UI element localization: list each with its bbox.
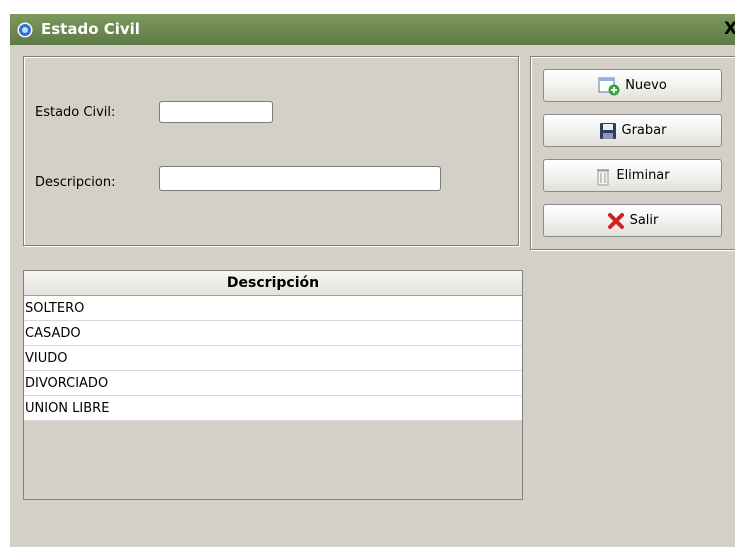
close-button[interactable]: X: [724, 19, 735, 39]
window-title: Estado Civil: [41, 20, 140, 38]
table-row[interactable]: VIUDO: [24, 346, 522, 371]
table-row[interactable]: SOLTERO: [24, 296, 522, 321]
descripcion-table: Descripción SOLTERO CASADO VIUDO DIVORCI…: [23, 270, 523, 500]
grabar-button[interactable]: Grabar: [543, 114, 722, 147]
floppy-disk-icon: [599, 122, 617, 140]
table-row[interactable]: CASADO: [24, 321, 522, 346]
red-x-icon: [607, 212, 625, 230]
descripcion-label: Descripcion:: [35, 175, 116, 190]
nuevo-label: Nuevo: [625, 78, 667, 93]
title-bar[interactable]: Estado Civil X: [10, 14, 735, 45]
form-panel: Estado Civil: Descripcion:: [23, 56, 519, 246]
eliminar-label: Eliminar: [616, 168, 670, 183]
table-row[interactable]: DIVORCIADO: [24, 371, 522, 396]
descripcion-input[interactable]: [159, 166, 441, 191]
add-document-icon: [598, 76, 620, 96]
nuevo-button[interactable]: Nuevo: [543, 69, 722, 102]
eliminar-button[interactable]: Eliminar: [543, 159, 722, 192]
salir-label: Salir: [629, 213, 659, 228]
estado-civil-label: Estado Civil:: [35, 105, 116, 120]
table-row[interactable]: UNION LIBRE: [24, 396, 522, 421]
salir-button[interactable]: Salir: [543, 204, 722, 237]
grabar-label: Grabar: [621, 123, 667, 138]
column-header-descripcion[interactable]: Descripción: [24, 271, 522, 296]
app-icon: [17, 22, 33, 38]
estado-civil-window: Estado Civil X Estado Civil: Descripcion…: [10, 14, 735, 547]
button-panel: Nuevo Grabar Eliminar Salir: [530, 56, 735, 250]
estado-civil-input[interactable]: [159, 101, 273, 123]
trash-can-icon: [595, 166, 611, 186]
